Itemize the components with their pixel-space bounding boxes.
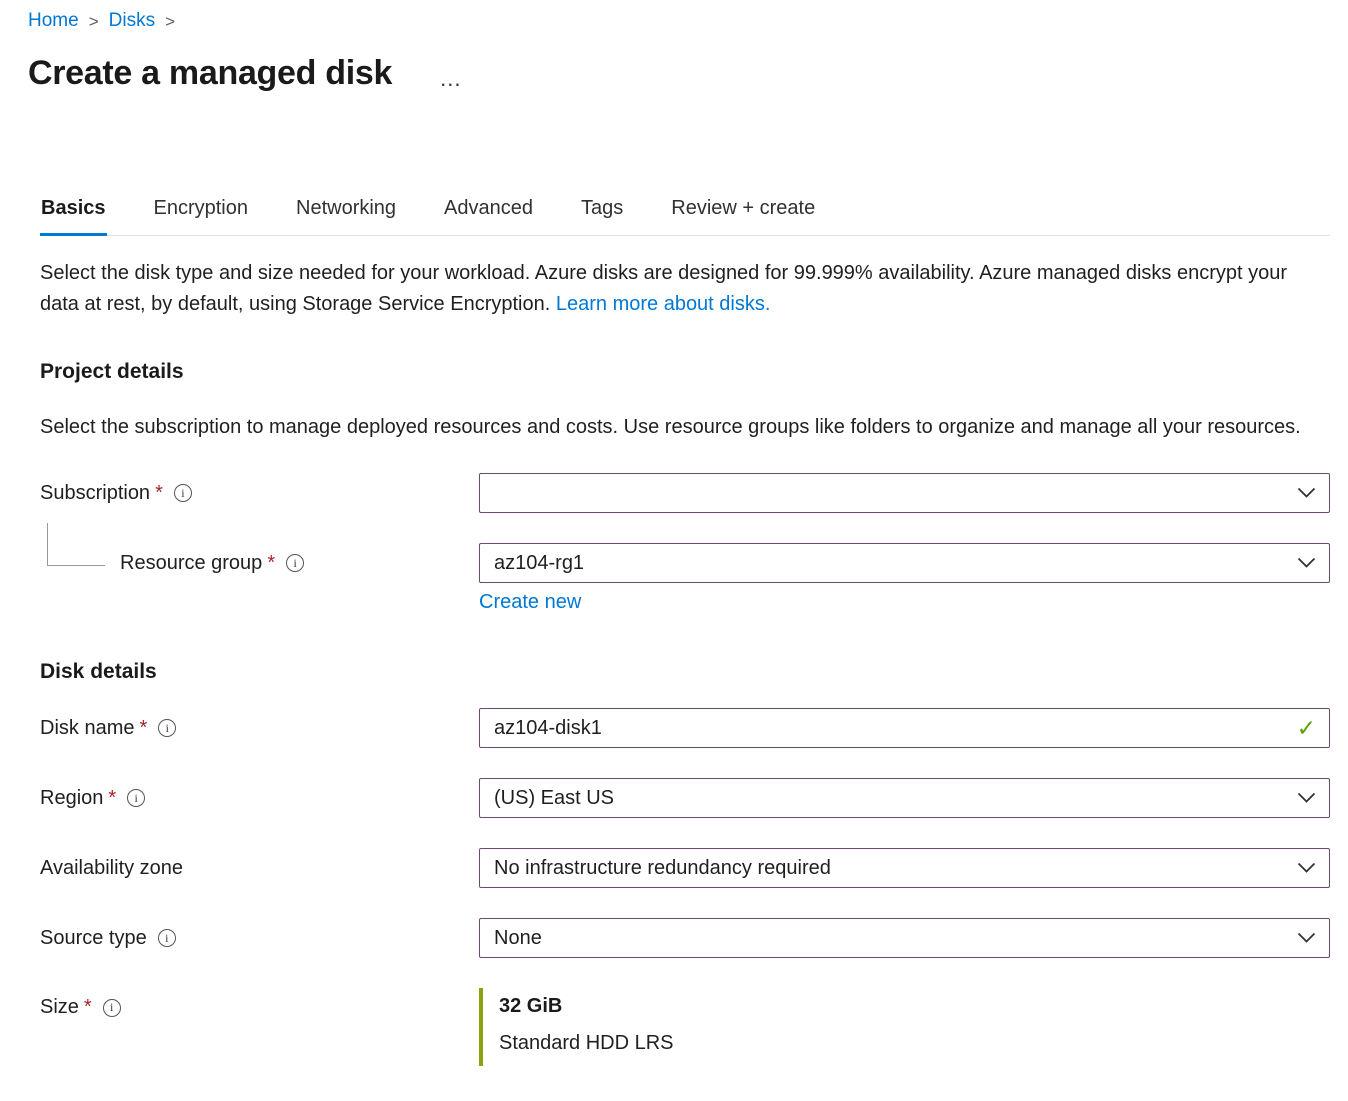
size-summary[interactable]: 32 GiB Standard HDD LRS [479, 988, 1330, 1066]
page-title: Create a managed disk [28, 54, 392, 93]
breadcrumb: Home > Disks > [28, 10, 1330, 32]
disk-name-label: Disk name [40, 717, 134, 740]
info-icon[interactable]: i [174, 484, 192, 502]
chevron-down-icon [1297, 932, 1316, 944]
size-label: Size [40, 996, 79, 1019]
disk-details-form: Disk name * i ✓ Region * i (US) East US [40, 708, 1330, 1066]
tab-advanced[interactable]: Advanced [443, 197, 534, 236]
subscription-row: Subscription * i [40, 473, 1330, 513]
basics-tab-content: Select the disk type and size needed for… [40, 258, 1330, 1066]
intro-text: Select the disk type and size needed for… [40, 258, 1330, 320]
project-details-form: Subscription * i Resource group * i [40, 473, 1330, 630]
region-label: Region [40, 787, 103, 810]
disk-name-row: Disk name * i ✓ [40, 708, 1330, 748]
source-type-row: Source type i None [40, 918, 1330, 958]
breadcrumb-separator-icon: > [165, 11, 175, 32]
indent-connector [47, 523, 105, 566]
required-marker: * [155, 482, 163, 505]
title-row: Create a managed disk ... [28, 54, 1330, 93]
required-marker: * [267, 552, 275, 575]
create-new-link[interactable]: Create new [479, 591, 581, 614]
tab-encryption[interactable]: Encryption [153, 197, 250, 236]
size-sku: Standard HDD LRS [499, 1032, 1330, 1055]
subscription-label-cell: Subscription * i [40, 482, 479, 505]
disk-name-field-wrap: ✓ [479, 708, 1330, 748]
info-icon[interactable]: i [286, 554, 304, 572]
chevron-down-icon [1297, 792, 1316, 804]
subscription-label: Subscription [40, 482, 150, 505]
tab-networking[interactable]: Networking [295, 197, 397, 236]
region-value: (US) East US [494, 787, 614, 810]
required-marker: * [84, 996, 92, 1019]
source-type-dropdown[interactable]: None [479, 918, 1330, 958]
breadcrumb-link-disks[interactable]: Disks [109, 10, 155, 32]
resource-group-label: Resource group [120, 552, 262, 575]
valid-check-icon: ✓ [1297, 717, 1316, 740]
subscription-dropdown[interactable] [479, 473, 1330, 513]
info-icon[interactable]: i [103, 999, 121, 1017]
info-icon[interactable]: i [127, 789, 145, 807]
resource-group-row: Resource group * i az104-rg1 [40, 543, 1330, 583]
learn-more-link[interactable]: Learn more about disks. [556, 293, 771, 315]
availability-zone-row: Availability zone No infrastructure redu… [40, 848, 1330, 888]
info-icon[interactable]: i [158, 929, 176, 947]
chevron-down-icon [1297, 557, 1316, 569]
project-details-description: Select the subscription to manage deploy… [40, 412, 1330, 443]
region-label-cell: Region * i [40, 787, 479, 810]
availability-zone-dropdown[interactable]: No infrastructure redundancy required [479, 848, 1330, 888]
region-row: Region * i (US) East US [40, 778, 1330, 818]
region-dropdown[interactable]: (US) East US [479, 778, 1330, 818]
tab-strip: Basics Encryption Networking Advanced Ta… [40, 197, 1330, 236]
size-label-cell: Size * i [40, 996, 479, 1019]
required-marker: * [139, 717, 147, 740]
resource-group-dropdown[interactable]: az104-rg1 [479, 543, 1330, 583]
source-type-value: None [494, 927, 542, 950]
project-details-heading: Project details [40, 360, 1330, 384]
chevron-down-icon [1297, 487, 1316, 499]
resource-group-value: az104-rg1 [494, 552, 584, 575]
tab-tags[interactable]: Tags [580, 197, 624, 236]
resource-group-label-cell: Resource group * i [40, 552, 479, 575]
tab-basics[interactable]: Basics [40, 197, 107, 236]
breadcrumb-separator-icon: > [89, 11, 99, 32]
availability-zone-label-cell: Availability zone [40, 857, 479, 880]
create-new-row: Create new [479, 583, 1330, 630]
more-menu-icon[interactable]: ... [440, 64, 461, 84]
disk-details-heading: Disk details [40, 660, 1330, 684]
disk-name-input[interactable] [494, 709, 1297, 747]
info-icon[interactable]: i [158, 719, 176, 737]
tab-review-create[interactable]: Review + create [670, 197, 816, 236]
source-type-label: Source type [40, 927, 147, 950]
breadcrumb-link-home[interactable]: Home [28, 10, 79, 32]
chevron-down-icon [1297, 862, 1316, 874]
required-marker: * [108, 787, 116, 810]
availability-zone-value: No infrastructure redundancy required [494, 857, 831, 880]
size-row: Size * i 32 GiB Standard HDD LRS [40, 988, 1330, 1066]
create-managed-disk-page: Home > Disks > Create a managed disk ...… [0, 0, 1348, 1066]
availability-zone-label: Availability zone [40, 857, 183, 880]
disk-name-label-cell: Disk name * i [40, 717, 479, 740]
size-value: 32 GiB [499, 995, 1330, 1018]
source-type-label-cell: Source type i [40, 927, 479, 950]
